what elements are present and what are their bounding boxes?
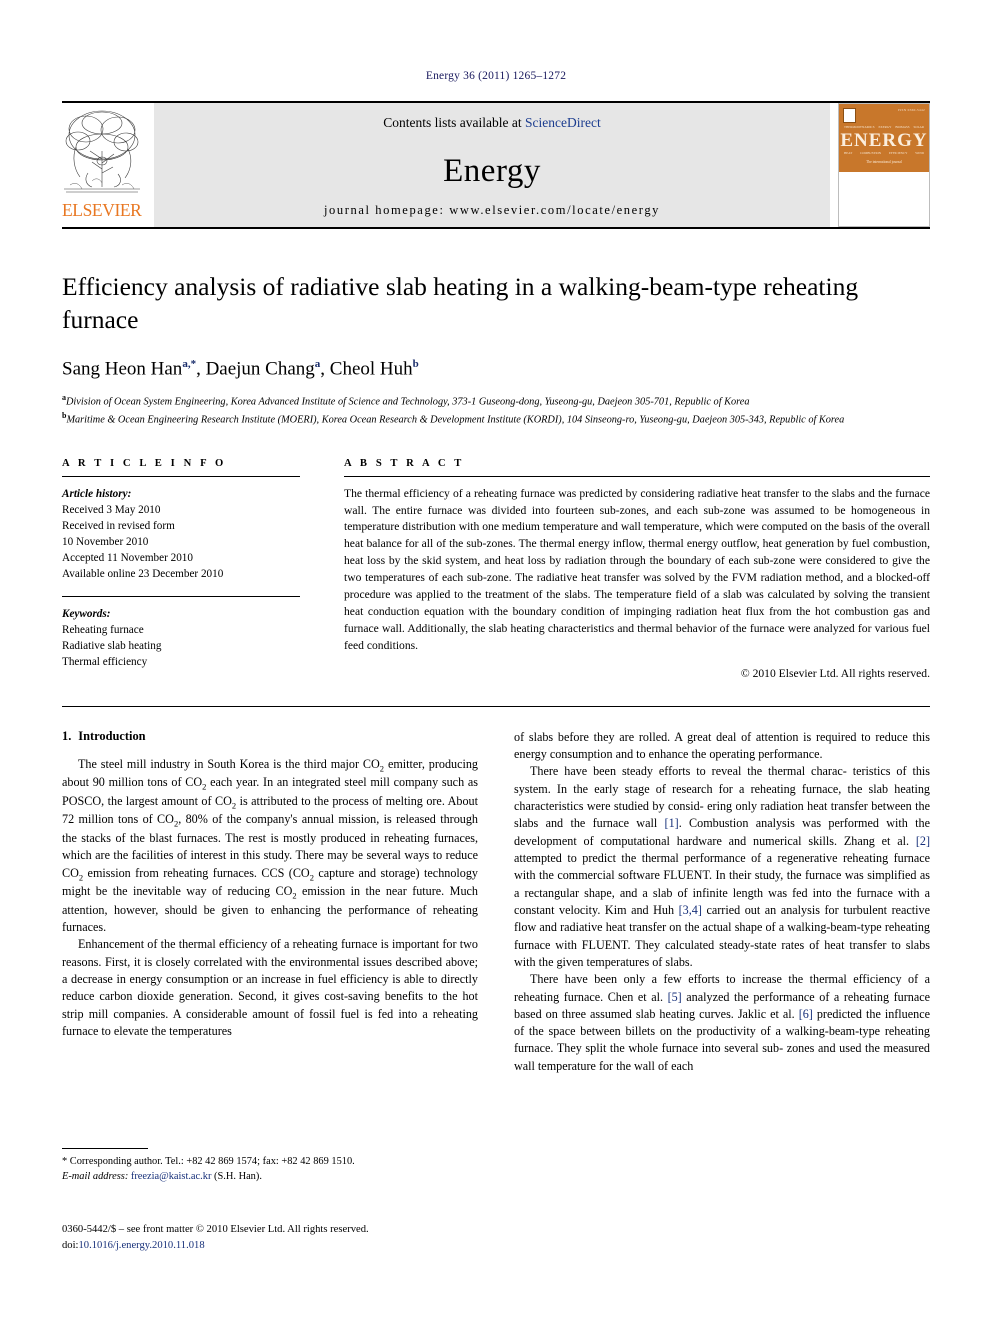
- article-page: Energy 36 (2011) 1265–1272 ELSEVIER Cont…: [0, 0, 992, 1323]
- article-info-column: A R T I C L E I N F O Article history: R…: [62, 458, 300, 680]
- journal-title: Energy: [443, 153, 541, 189]
- contents-prefix: Contents lists available at: [383, 115, 525, 130]
- masthead-bottom-rule: [62, 227, 930, 229]
- abstract-heading: A B S T R A C T: [344, 457, 465, 469]
- page-title: Efficiency analysis of radiative slab he…: [62, 272, 859, 334]
- paragraph: Enhancement of the thermal efficiency of…: [62, 937, 478, 1038]
- cover-topic-strip-bottom: HEAT COMBUSTION EFFICIENCY WIND: [844, 151, 924, 155]
- abstract-column: A B S T R A C T The thermal efficiency o…: [344, 458, 930, 680]
- cover-topic: HEAT: [844, 151, 853, 155]
- cover-topic: THERMODYNAMICS: [844, 125, 875, 129]
- section-heading: 1. Introduction: [62, 729, 478, 744]
- affiliation-text: Division of Ocean System Engineering, Ko…: [66, 396, 750, 407]
- cover-top-panel: ISSN 0360-5442 THERMODYNAMICS EXERGY BIO…: [839, 104, 929, 172]
- affiliation-item: aDivision of Ocean System Engineering, K…: [62, 392, 930, 410]
- history-item: Accepted 11 November 2010: [62, 551, 193, 564]
- contents-available-line: Contents lists available at ScienceDirec…: [154, 115, 830, 131]
- section-title: Introduction: [78, 728, 146, 743]
- journal-cover-thumbnail: ISSN 0360-5442 THERMODYNAMICS EXERGY BIO…: [838, 103, 930, 227]
- cover-topic: WIND: [915, 151, 924, 155]
- issn-line: 0360-5442/$ – see front matter © 2010 El…: [62, 1224, 369, 1235]
- cover-topic: SOLAR: [913, 125, 924, 129]
- paragraph: The steel mill industry in South Korea i…: [62, 756, 479, 934]
- doi-line: doi:10.1016/j.energy.2010.11.018: [62, 1238, 542, 1254]
- footnote-block: * Corresponding author. Tel.: +82 42 869…: [62, 1148, 478, 1184]
- author-name: Cheol Huh: [329, 358, 413, 380]
- affiliation-item: bMaritime & Ocean Engineering Research I…: [62, 410, 930, 428]
- email-link[interactable]: freezia@kaist.ac.kr: [131, 1171, 212, 1182]
- history-item: Received 3 May 2010: [62, 503, 161, 516]
- elsevier-wordmark: ELSEVIER: [62, 200, 142, 220]
- corresponding-author-note: * Corresponding author. Tel.: +82 42 869…: [62, 1156, 355, 1167]
- affiliation-list: aDivision of Ocean System Engineering, K…: [62, 392, 930, 428]
- doi-label: doi:: [62, 1240, 79, 1252]
- author-marks: a,*: [182, 358, 197, 371]
- email-label: E-mail address:: [62, 1171, 129, 1183]
- paragraph: There have been steady efforts to reveal…: [514, 764, 930, 969]
- reference-link[interactable]: [5]: [668, 990, 682, 1004]
- keyword-item: Radiative slab heating: [62, 639, 162, 652]
- history-item: Received in revised form: [62, 519, 175, 532]
- body-column-right: of slabs before they are rolled. A great…: [514, 729, 930, 1075]
- footnote-rule: [62, 1148, 148, 1149]
- cover-topic-strip-top: THERMODYNAMICS EXERGY BIOMASS SOLAR: [844, 125, 924, 129]
- info-abstract-block: A R T I C L E I N F O Article history: R…: [62, 458, 930, 680]
- cover-topic: BIOMASS: [895, 125, 910, 129]
- cover-bottom-panel: Available online at ScienceDirect www.sc…: [839, 172, 929, 226]
- author-list: Sang Heon Hana,*, Daejun Changa, Cheol H…: [62, 358, 419, 380]
- cover-elsevier-mark-icon: [843, 108, 856, 123]
- paragraph: of slabs before they are rolled. A great…: [514, 729, 930, 762]
- elsevier-tree-icon: [62, 107, 142, 199]
- email-suffix: (S.H. Han).: [214, 1171, 262, 1183]
- journal-masthead: ELSEVIER Contents lists available at Sci…: [62, 101, 930, 227]
- article-history-label: Article history:: [62, 487, 132, 500]
- keyword-item: Reheating furnace: [62, 623, 144, 636]
- article-info-heading: A R T I C L E I N F O: [62, 457, 227, 469]
- body-column-left: 1. Introduction The steel mill industry i…: [62, 729, 478, 1075]
- masthead-band: Contents lists available at ScienceDirec…: [154, 103, 830, 227]
- email-note: E-mail address: freezia@kaist.ac.kr (S.H…: [62, 1169, 478, 1184]
- keyword-item: Thermal efficiency: [62, 655, 148, 668]
- reference-link[interactable]: [1]: [665, 816, 679, 830]
- doi-link[interactable]: 10.1016/j.energy.2010.11.018: [78, 1240, 204, 1251]
- keywords-label: Keywords:: [62, 607, 111, 620]
- abstract-copyright: © 2010 Elsevier Ltd. All rights reserved…: [740, 666, 930, 680]
- history-item: Available online 23 December 2010: [62, 567, 224, 580]
- colophon: 0360-5442/$ – see front matter © 2010 El…: [62, 1222, 542, 1254]
- journal-homepage[interactable]: journal homepage: www.elsevier.com/locat…: [154, 203, 830, 218]
- cover-topic: EXERGY: [878, 125, 892, 129]
- author-marks: b: [412, 358, 419, 371]
- history-item: 10 November 2010: [62, 535, 149, 548]
- elsevier-logo: ELSEVIER: [62, 103, 150, 227]
- body-columns: 1. Introduction The steel mill industry i…: [62, 729, 930, 1075]
- cover-issn-label: ISSN 0360-5442: [897, 108, 925, 112]
- sciencedirect-link[interactable]: ScienceDirect: [525, 115, 601, 130]
- keywords-block: Keywords: Reheating furnace Radiative sl…: [62, 597, 300, 670]
- author-marks: a: [314, 358, 321, 371]
- cover-journal-title: ENERGY: [840, 130, 928, 151]
- section-number: 1.: [62, 728, 72, 743]
- body-top-rule: [62, 705, 930, 707]
- paragraph: There have been only a few efforts to in…: [514, 972, 930, 1073]
- reference-link[interactable]: [2]: [916, 834, 930, 848]
- cover-topic: COMBUSTION: [860, 151, 882, 155]
- reference-link[interactable]: [6]: [799, 1007, 813, 1021]
- affiliation-text: Maritime & Ocean Engineering Research In…: [66, 414, 845, 426]
- cover-subtitle: The international journal: [866, 160, 902, 164]
- cover-topic: EFFICIENCY: [888, 151, 908, 155]
- article-history: Article history: Received 3 May 2010 Rec…: [62, 477, 300, 582]
- author-name: Sang Heon Han: [62, 358, 183, 380]
- author-name: Daejun Chang: [205, 358, 315, 380]
- running-head: Energy 36 (2011) 1265–1272: [425, 70, 567, 82]
- reference-link[interactable]: [3,4]: [679, 903, 702, 917]
- abstract-text: The thermal efficiency of a reheating fu…: [344, 486, 930, 652]
